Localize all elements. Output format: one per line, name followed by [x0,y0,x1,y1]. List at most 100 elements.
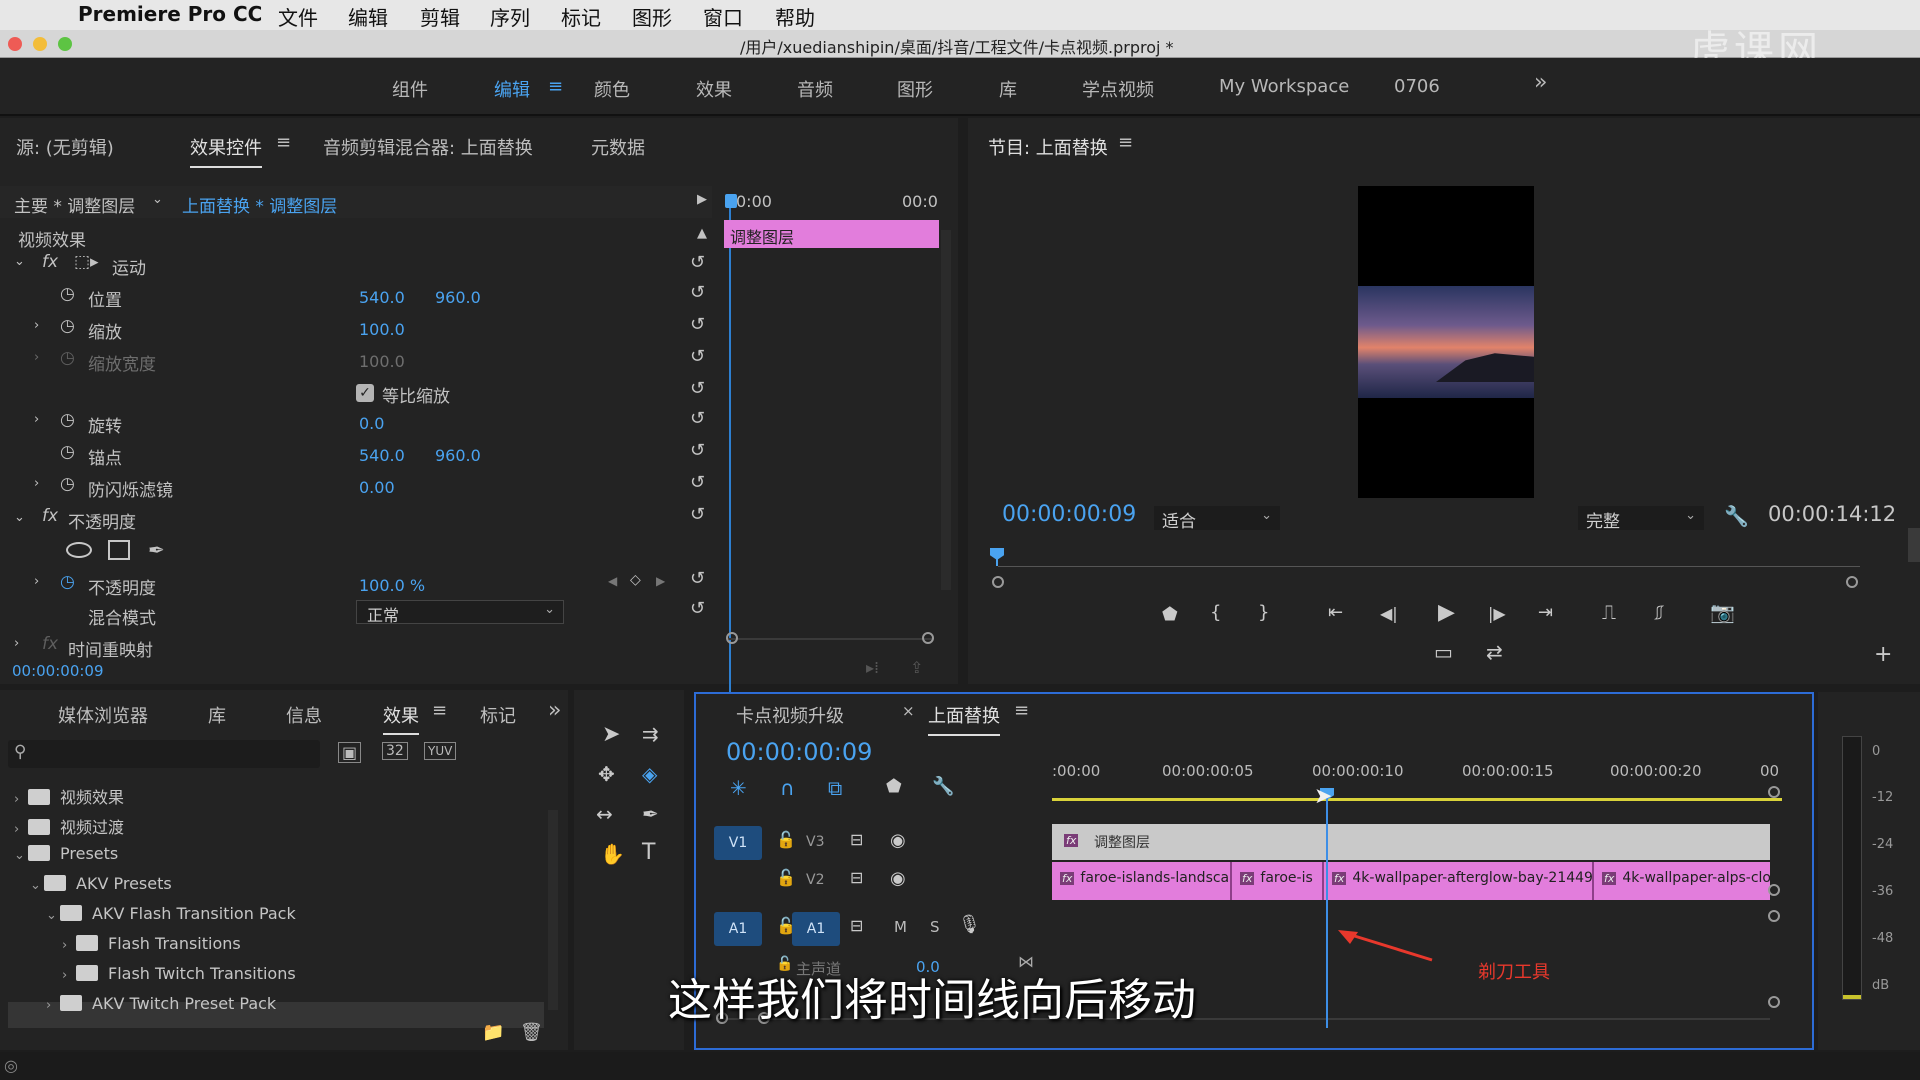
add-button-icon[interactable]: + [1874,642,1892,667]
tree-item-akv-twitch-preset-pack[interactable]: › AKV Twitch Preset Pack [46,994,276,1013]
chevron-right-icon[interactable]: › [34,574,39,589]
tab-markers[interactable]: 标记 [480,702,516,728]
anchor-y-value[interactable]: 960.0 [435,446,481,465]
maximize-window-button[interactable] [58,37,72,51]
track-a1-label[interactable]: A1 [792,912,840,946]
chevron-right-icon[interactable]: › [14,636,19,651]
go-to-in-icon[interactable]: ⇤ [1328,602,1343,623]
32bit-effects-icon[interactable]: 32 [382,742,408,760]
effects-search-input[interactable]: ⚲ [8,740,320,768]
stopwatch-active-icon[interactable]: ◷ [60,572,75,592]
sequence-tab-upgrade[interactable]: 卡点视频升级 [736,702,844,728]
scrub-zoom-right[interactable] [1846,576,1858,588]
scrub-track[interactable] [998,566,1860,567]
chevron-down-icon[interactable]: ⌄ [152,192,163,207]
master-clip-label[interactable]: 主要 * 调整图层 [14,192,135,217]
clip-faroe-is[interactable]: fx faroe-is [1232,862,1324,900]
ellipse-mask-icon[interactable] [66,542,92,558]
export-icon[interactable]: ⇪ [910,658,923,677]
workspace-tab-custom[interactable]: 学点视频 [1082,76,1154,102]
pen-tool-icon[interactable]: ✒ [642,802,659,826]
workspace-menu-icon[interactable]: ≡ [548,76,563,97]
prev-keyframe-icon[interactable]: ◀ [608,574,617,588]
tab-info[interactable]: 信息 [286,702,322,728]
stopwatch-icon[interactable]: ◷ [60,316,75,336]
sync-lock-icon[interactable]: ⊟ [850,868,863,887]
menu-edit[interactable]: 编辑 [348,2,388,31]
menu-help[interactable]: 帮助 [775,2,815,31]
tree-item-video-transitions[interactable]: › 视频过渡 [14,814,124,838]
clip-afterglow-bay[interactable]: fx 4k-wallpaper-afterglow-bay-2144922 [1324,862,1594,900]
position-y-value[interactable]: 960.0 [435,288,481,307]
tab-audio-clip-mixer[interactable]: 音频剪辑混合器: 上面替换 [323,134,533,160]
menu-marker[interactable]: 标记 [561,2,601,31]
selection-tool-icon[interactable]: ➤ [602,722,620,747]
mini-playhead-handle[interactable] [725,194,737,208]
solo-button[interactable]: S [930,918,940,936]
trash-icon[interactable]: 🗑 [520,1022,543,1043]
stopwatch-icon[interactable]: ◷ [60,410,75,430]
stopwatch-icon[interactable]: ◷ [60,284,75,304]
vertical-scrollbar[interactable] [941,230,951,590]
linked-selection-icon[interactable]: ⧉ [828,776,842,800]
scrub-zoom-left[interactable] [992,576,1004,588]
go-to-out-icon[interactable]: ⇥ [1538,602,1553,623]
chevron-right-icon[interactable]: › [34,476,39,491]
type-tool-icon[interactable]: T [642,840,655,865]
reset-icon[interactable]: ↺ [690,378,705,399]
panel-menu-icon[interactable]: ≡ [276,132,291,153]
reset-icon[interactable]: ↺ [690,282,705,303]
eye-icon[interactable]: ◉ [890,830,906,851]
stopwatch-icon[interactable]: ◷ [60,474,75,494]
transform-icon[interactable]: ⬚▸ [74,252,99,272]
blend-mode-dropdown[interactable]: 正常 ⌄ [356,600,564,625]
clip-alps-cloud[interactable]: fx 4k-wallpaper-alps-cloud [1594,862,1770,900]
chevron-down-icon[interactable]: ⌄ [14,510,25,525]
fx-badge-icon[interactable]: fx [42,506,58,526]
more-tabs-icon[interactable]: » [548,698,561,723]
hand-tool-icon[interactable]: ✋ [600,842,625,866]
mini-clip-bar[interactable]: 调整图层 [724,220,939,248]
uniform-scale-checkbox[interactable]: ✓ [356,384,374,402]
menu-graphics[interactable]: 图形 [632,2,672,31]
add-keyframe-icon[interactable]: ◇ [630,572,641,588]
slip-tool-icon[interactable]: ↔ [596,802,613,826]
razor-tool-icon[interactable]: ◈ [642,762,657,786]
workspace-tab-editing[interactable]: 编辑 [494,76,530,102]
reset-icon[interactable]: ↺ [690,252,705,273]
reset-icon[interactable]: ↺ [690,408,705,429]
position-x-value[interactable]: 540.0 [359,288,405,307]
mute-button[interactable]: M [894,918,907,936]
source-patch-a1[interactable]: A1 [714,912,762,946]
adjustment-layer-clip[interactable]: fx 调整图层 [1052,824,1770,860]
track-v2-label[interactable]: V2 [806,872,824,888]
compare-view-icon[interactable]: ⇄ [1486,640,1503,664]
add-marker-icon[interactable]: ⬟ [886,776,902,797]
more-workspaces-icon[interactable]: » [1534,70,1547,95]
panel-menu-icon[interactable]: ≡ [1118,132,1133,153]
collapse-up-icon[interactable]: ▲ [697,226,707,241]
zoom-handle-left[interactable] [726,632,738,644]
play-icon[interactable]: ▶ [1438,600,1455,625]
close-window-button[interactable] [8,37,22,51]
reset-icon[interactable]: ↺ [690,314,705,335]
close-tab-icon[interactable]: × [902,702,915,720]
scroll-handle-mid[interactable] [1768,884,1780,896]
reset-icon[interactable]: ↺ [690,568,705,589]
program-timecode[interactable]: 00:00:00:09 [1002,502,1136,527]
workspace-tab-libraries[interactable]: 库 [999,76,1017,102]
tree-item-flash-twitch-transitions[interactable]: › Flash Twitch Transitions [62,964,296,983]
tab-source[interactable]: 源: (无剪辑) [16,134,114,160]
tab-libraries[interactable]: 库 [208,702,226,728]
workspace-tab-my-workspace[interactable]: My Workspace [1219,76,1349,97]
chevron-right-icon[interactable]: › [34,318,39,333]
menu-window[interactable]: 窗口 [703,2,743,31]
sync-lock-icon[interactable]: ⊟ [850,830,863,849]
workspace-tab-assembly[interactable]: 组件 [392,76,428,102]
menu-clip[interactable]: 剪辑 [420,2,460,31]
mini-zoom-scrollbar[interactable] [728,638,934,640]
lock-icon[interactable]: 🔓 [776,868,796,887]
tree-item-presets[interactable]: ⌄ Presets [14,844,118,863]
reset-icon[interactable]: ↺ [690,504,705,525]
step-back-icon[interactable]: ◀| [1380,604,1398,623]
